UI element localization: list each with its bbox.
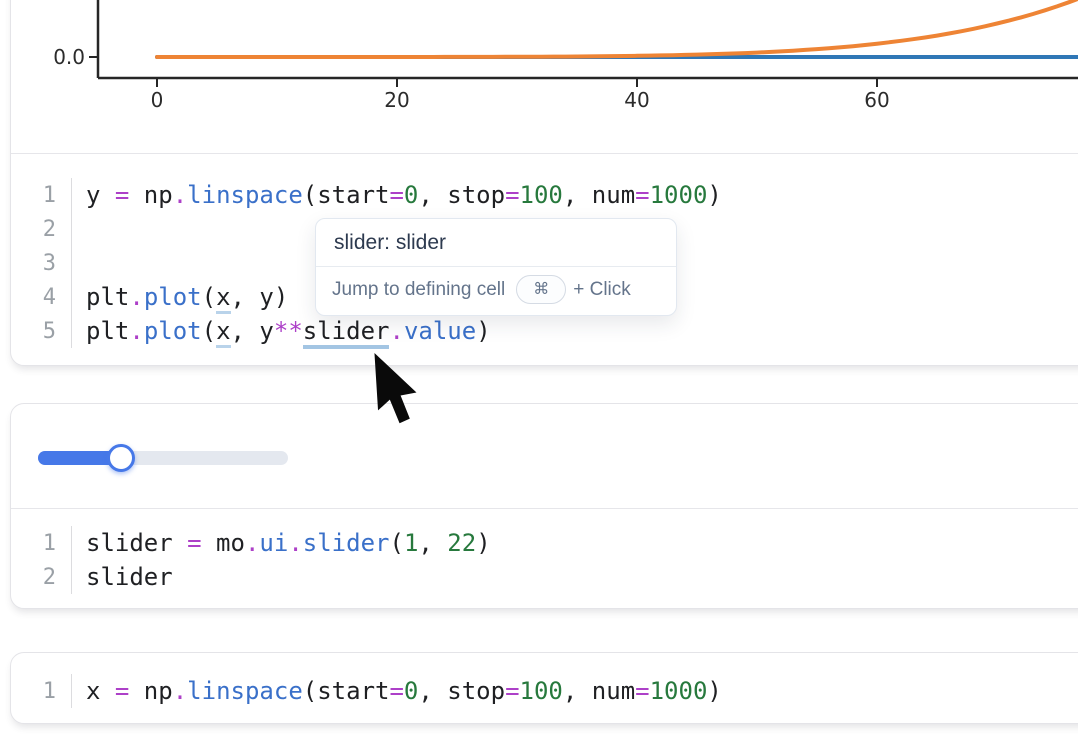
- slider-knob[interactable]: [107, 444, 135, 472]
- matplotlib-figure: 0.0 0 20 40 60: [11, 0, 1078, 153]
- code-editor-x[interactable]: 1x = np.linspace(start=0, stop=100, num=…: [11, 653, 1078, 708]
- line-number: 1: [11, 178, 72, 212]
- code-text: slider = mo.ui.slider(1, 22): [72, 529, 491, 557]
- svg-text:60: 60: [864, 88, 889, 112]
- notebook-viewport: 0.00204060 1y = np.linspace(start=0, sto…: [0, 0, 1078, 746]
- tooltip-action-label: Jump to defining cell: [332, 279, 505, 301]
- code-line[interactable]: 1slider = mo.ui.slider(1, 22): [11, 526, 1078, 560]
- line-number: 4: [11, 280, 72, 314]
- line-number: 5: [11, 314, 72, 348]
- code-editor-slider[interactable]: 1slider = mo.ui.slider(1, 22)2slider: [11, 509, 1078, 594]
- slider-track[interactable]: [38, 451, 288, 465]
- line-number: 2: [11, 212, 72, 246]
- tooltip-title: slider: slider: [316, 219, 676, 266]
- slider-widget[interactable]: [38, 444, 288, 472]
- code-line[interactable]: 1x = np.linspace(start=0, stop=100, num=…: [11, 674, 1078, 708]
- plot-output: 0.0 0 20 40 60: [11, 0, 1078, 154]
- command-key-badge: ⌘: [516, 275, 566, 304]
- svg-text:20: 20: [384, 88, 409, 112]
- line-number: 1: [11, 674, 72, 708]
- code-text: y = np.linspace(start=0, stop=100, num=1…: [72, 181, 722, 209]
- line-number: 3: [11, 246, 72, 280]
- slider-output: [11, 404, 1078, 509]
- mouse-cursor-icon: [371, 353, 423, 435]
- cell-x: 1x = np.linspace(start=0, stop=100, num=…: [10, 652, 1078, 724]
- code-text: plt.plot(x, y**slider.value): [72, 317, 491, 345]
- line-number: 2: [11, 560, 72, 594]
- cell-slider: 1slider = mo.ui.slider(1, 22)2slider: [10, 403, 1078, 609]
- code-text: x = np.linspace(start=0, stop=100, num=1…: [72, 677, 722, 705]
- svg-text:0.0: 0.0: [53, 45, 85, 69]
- code-line[interactable]: 2slider: [11, 560, 1078, 594]
- line-number: 1: [11, 526, 72, 560]
- tooltip-action-row: Jump to defining cell ⌘ + Click: [316, 266, 676, 315]
- code-text: plt.plot(x, y): [72, 283, 288, 311]
- code-text: slider: [72, 563, 173, 591]
- variable-tooltip: slider: slider Jump to defining cell ⌘ +…: [315, 218, 677, 316]
- tooltip-click-hint: + Click: [573, 279, 631, 301]
- svg-text:0: 0: [151, 88, 164, 112]
- svg-text:40: 40: [624, 88, 649, 112]
- code-line[interactable]: 5plt.plot(x, y**slider.value): [11, 314, 1078, 348]
- code-line[interactable]: 1y = np.linspace(start=0, stop=100, num=…: [11, 178, 1078, 212]
